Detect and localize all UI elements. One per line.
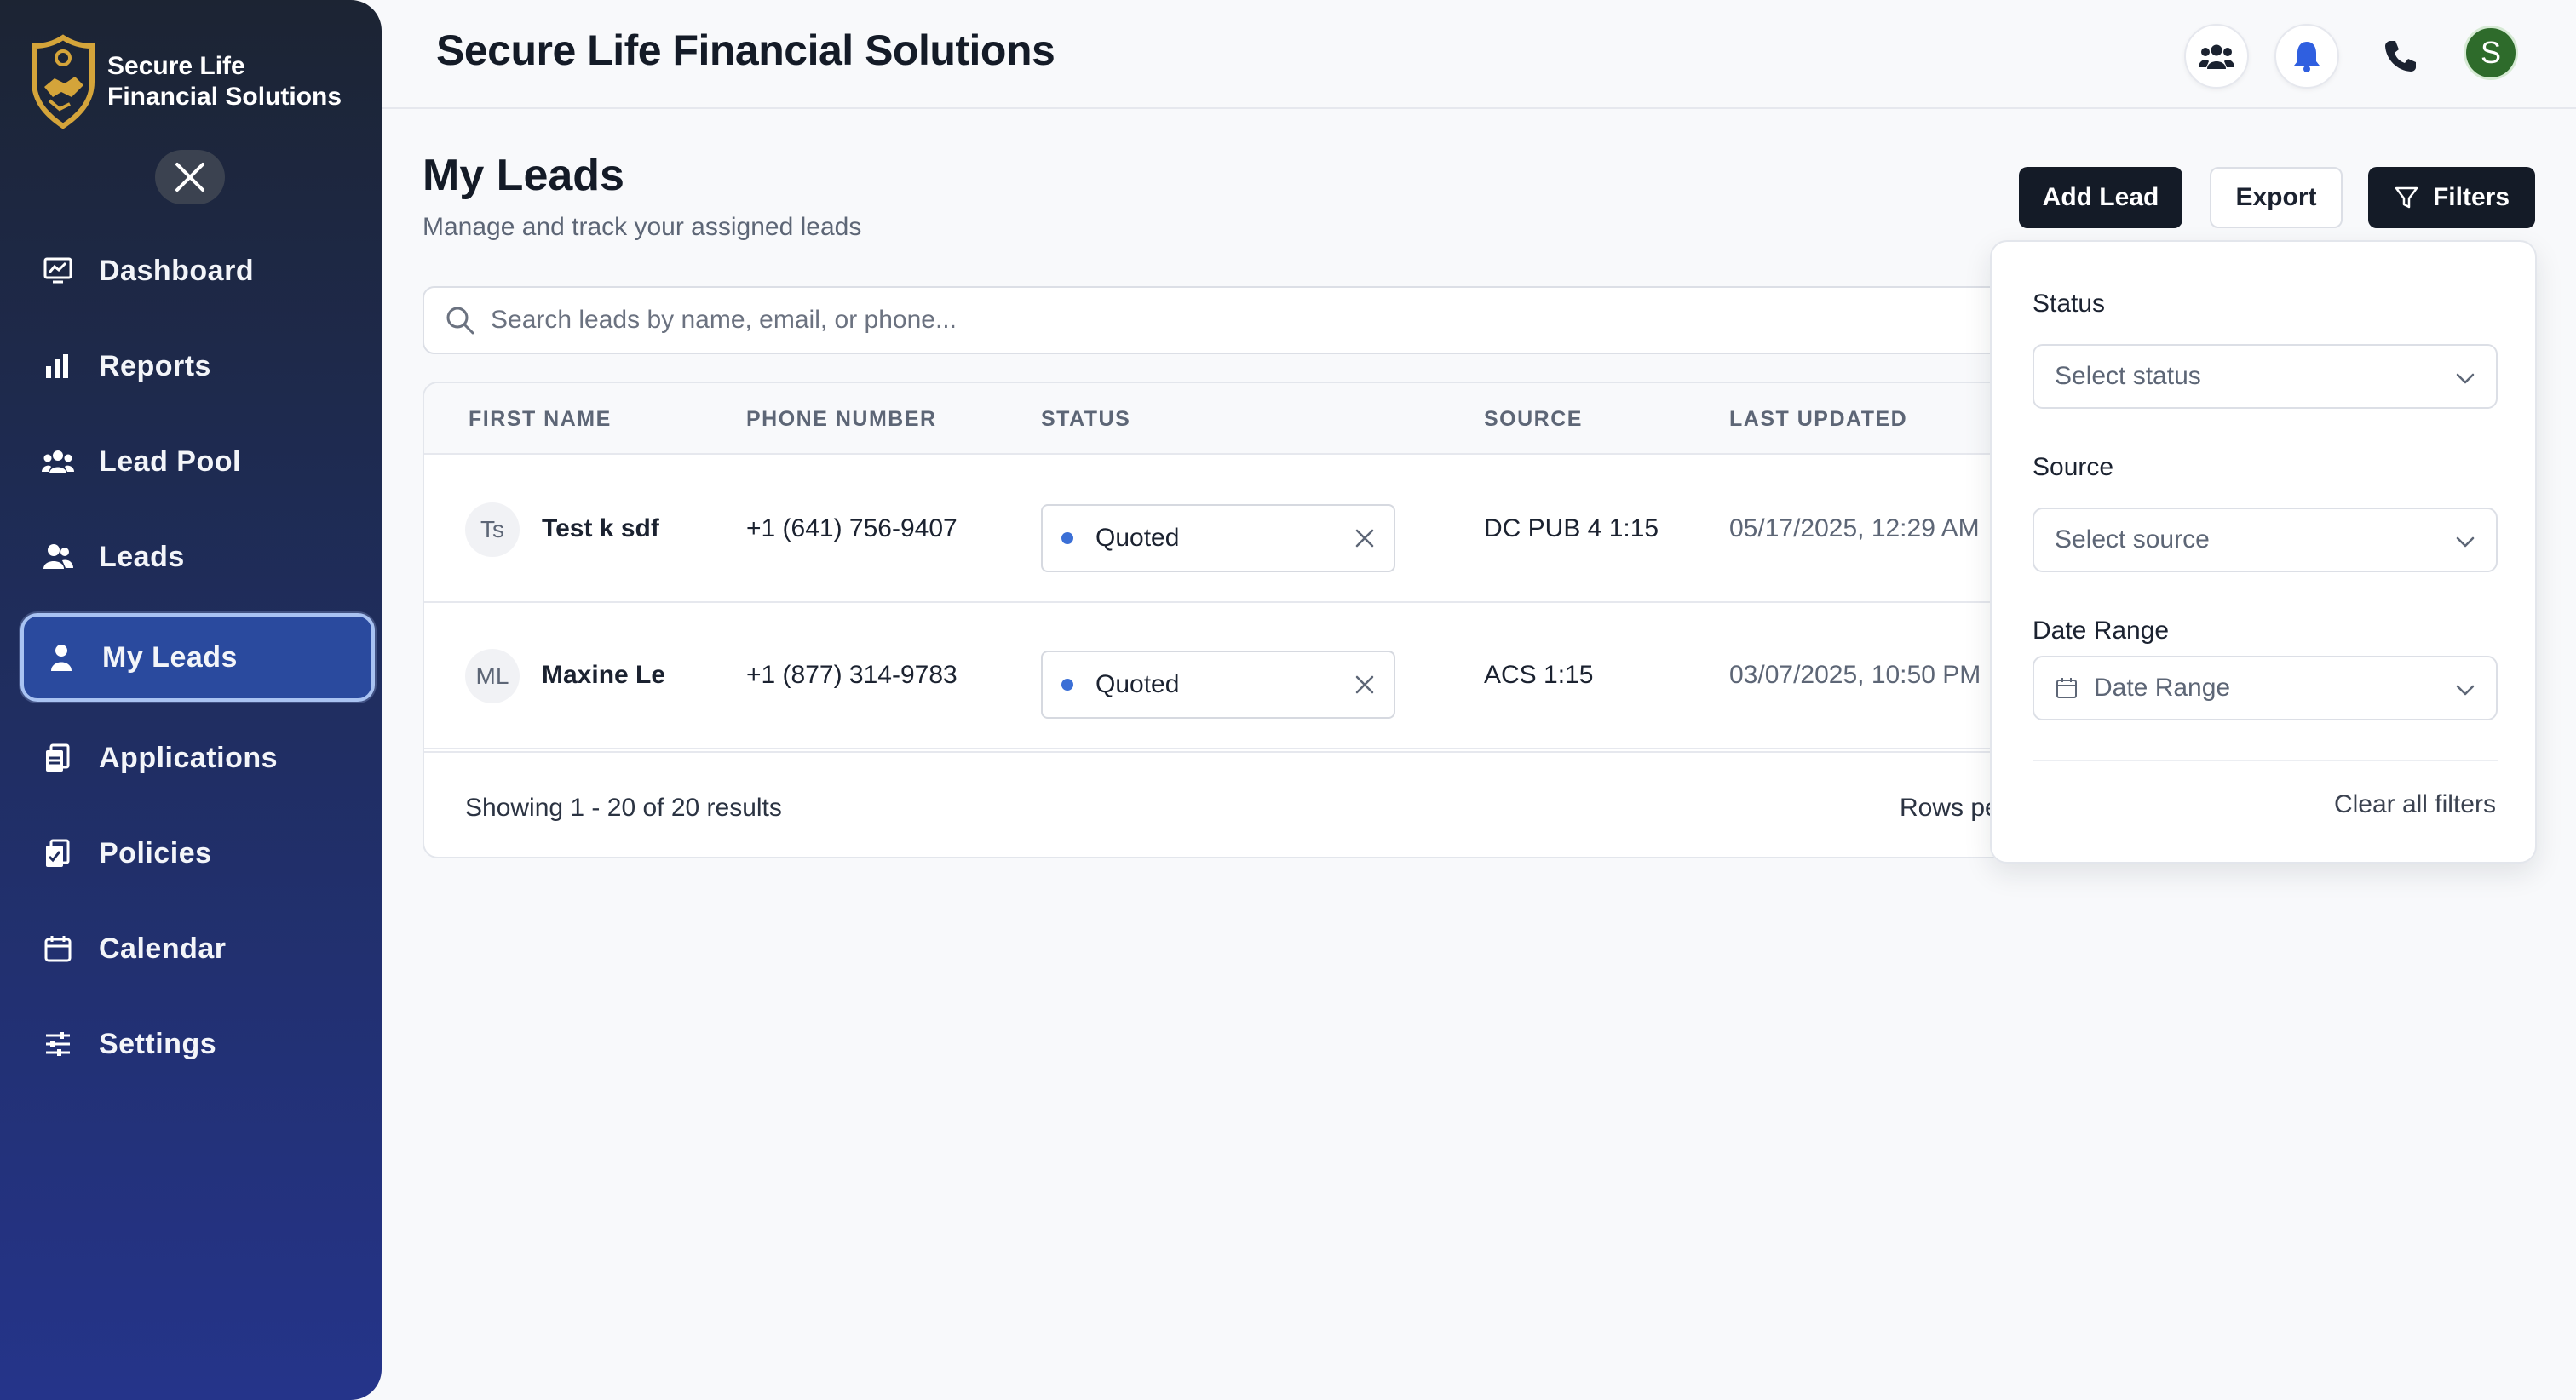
sidebar-item-applications[interactable]: Applications [20, 715, 375, 800]
sidebar-item-label: Applications [99, 741, 279, 774]
sidebar-item-label: Reports [99, 349, 211, 382]
brand-name-line1: Secure Life [107, 52, 245, 80]
filter-icon [2395, 186, 2418, 209]
add-lead-button[interactable]: Add Lead [2019, 167, 2182, 228]
team-button[interactable] [2184, 24, 2249, 89]
sidebar-item-label: Calendar [99, 932, 227, 965]
sidebar-item-settings[interactable]: Settings [20, 1001, 375, 1087]
status-value: Quoted [1095, 524, 1180, 552]
column-header-first-name[interactable]: FIRST NAME [469, 407, 612, 432]
column-header-status[interactable]: STATUS [1041, 407, 1130, 432]
brand-name-line2: Financial Solutions [107, 83, 342, 111]
source-filter-select[interactable]: Select source [2033, 508, 2498, 572]
phone-icon [2385, 41, 2416, 72]
sidebar-item-lead-pool[interactable]: Lead Pool [20, 419, 375, 504]
sidebar-item-my-leads[interactable]: My Leads [20, 613, 375, 702]
sidebar-item-leads[interactable]: Leads [20, 514, 375, 600]
brand[interactable]: Secure Life Financial Solutions [27, 32, 342, 131]
search-input[interactable] [491, 306, 2194, 335]
lead-source: DC PUB 4 1:15 [1484, 514, 1659, 542]
user-avatar[interactable]: S [2464, 26, 2518, 80]
lead-initials-avatar: ML [465, 649, 520, 703]
page-title: My Leads [423, 151, 624, 200]
status-filter-label: Status [2033, 290, 2106, 318]
shield-handshake-logo [32, 34, 95, 129]
clear-status-icon[interactable] [1353, 673, 1377, 697]
export-button[interactable]: Export [2210, 167, 2343, 228]
sidebar-item-reports[interactable]: Reports [20, 324, 375, 409]
calendar-icon [2056, 678, 2077, 698]
lead-first-name[interactable]: Test k sdf [542, 514, 659, 543]
column-header-last-updated[interactable]: LAST UPDATED [1729, 407, 1907, 432]
calendar-icon [41, 932, 75, 966]
clear-all-filters-button[interactable]: Clear all filters [2334, 790, 2496, 819]
sidebar-item-policies[interactable]: Policies [20, 811, 375, 896]
sidebar-item-label: Policies [99, 836, 212, 869]
applications-icon [41, 741, 75, 775]
filters-dropdown: Status Select status Source Select sourc… [1990, 240, 2537, 864]
notifications-button[interactable] [2274, 24, 2339, 89]
source-filter-label: Source [2033, 453, 2114, 481]
clear-status-icon[interactable] [1353, 526, 1377, 550]
rows-per-page-label: Rows pe [1900, 794, 1999, 822]
page-subtitle: Manage and track your assigned leads [423, 213, 862, 241]
status-select[interactable]: Quoted [1041, 504, 1395, 572]
sidebar-item-label: My Leads [102, 640, 238, 674]
group-icon [41, 445, 75, 479]
status-dot [1061, 532, 1073, 544]
column-header-phone-number[interactable]: PHONE NUMBER [746, 407, 937, 432]
status-filter-placeholder: Select status [2055, 362, 2201, 390]
filters-button-label: Filters [2432, 183, 2510, 211]
lead-first-name[interactable]: Maxine Le [542, 661, 665, 690]
date-range-placeholder: Date Range [2094, 674, 2231, 702]
lead-phone[interactable]: +1 (877) 314-9783 [746, 661, 957, 690]
sidebar-item-label: Settings [99, 1027, 217, 1060]
status-select[interactable]: Quoted [1041, 651, 1395, 719]
status-value: Quoted [1095, 670, 1180, 698]
sidebar: Secure Life Financial Solutions Dashboar… [0, 0, 382, 1400]
filters-divider [2033, 760, 2498, 761]
chevron-down-icon [2456, 373, 2475, 384]
sidebar-item-label: Dashboard [99, 254, 255, 287]
date-range-filter-label: Date Range [2033, 617, 2170, 645]
status-filter-select[interactable]: Select status [2033, 344, 2498, 409]
policies-icon [41, 836, 75, 870]
column-header-source[interactable]: SOURCE [1484, 407, 1583, 432]
source-filter-placeholder: Select source [2055, 525, 2210, 554]
sidebar-item-label: Lead Pool [99, 445, 241, 478]
status-dot [1061, 679, 1073, 691]
team-icon [2199, 44, 2234, 69]
sidebar-item-dashboard[interactable]: Dashboard [20, 228, 375, 313]
lead-initials-avatar: Ts [465, 502, 520, 557]
search-icon [446, 307, 474, 335]
sliders-icon [41, 1027, 75, 1061]
chevron-down-icon [2456, 685, 2475, 696]
close-icon [175, 163, 204, 192]
sidebar-item-calendar[interactable]: Calendar [20, 906, 375, 991]
results-count: Showing 1 - 20 of 20 results [465, 794, 782, 822]
lead-last-updated: 03/07/2025, 10:50 PM [1729, 661, 1981, 689]
filters-button[interactable]: Filters [2368, 167, 2535, 228]
lead-phone[interactable]: +1 (641) 756-9407 [746, 514, 957, 543]
bar-chart-icon [41, 349, 75, 383]
date-range-picker[interactable]: Date Range [2033, 656, 2498, 720]
phone-button[interactable] [2368, 24, 2433, 89]
users-icon [41, 540, 75, 574]
dashboard-icon [41, 254, 75, 288]
lead-source: ACS 1:15 [1484, 661, 1594, 689]
close-sidebar-button[interactable] [155, 150, 225, 204]
brand-name: Secure Life Financial Solutions [107, 51, 342, 112]
lead-last-updated: 05/17/2025, 12:29 AM [1729, 514, 1980, 542]
app-title: Secure Life Financial Solutions [436, 26, 1055, 74]
chevron-down-icon [2456, 536, 2475, 548]
user-icon [44, 640, 78, 674]
sidebar-item-label: Leads [99, 540, 185, 573]
bell-icon [2294, 42, 2320, 72]
